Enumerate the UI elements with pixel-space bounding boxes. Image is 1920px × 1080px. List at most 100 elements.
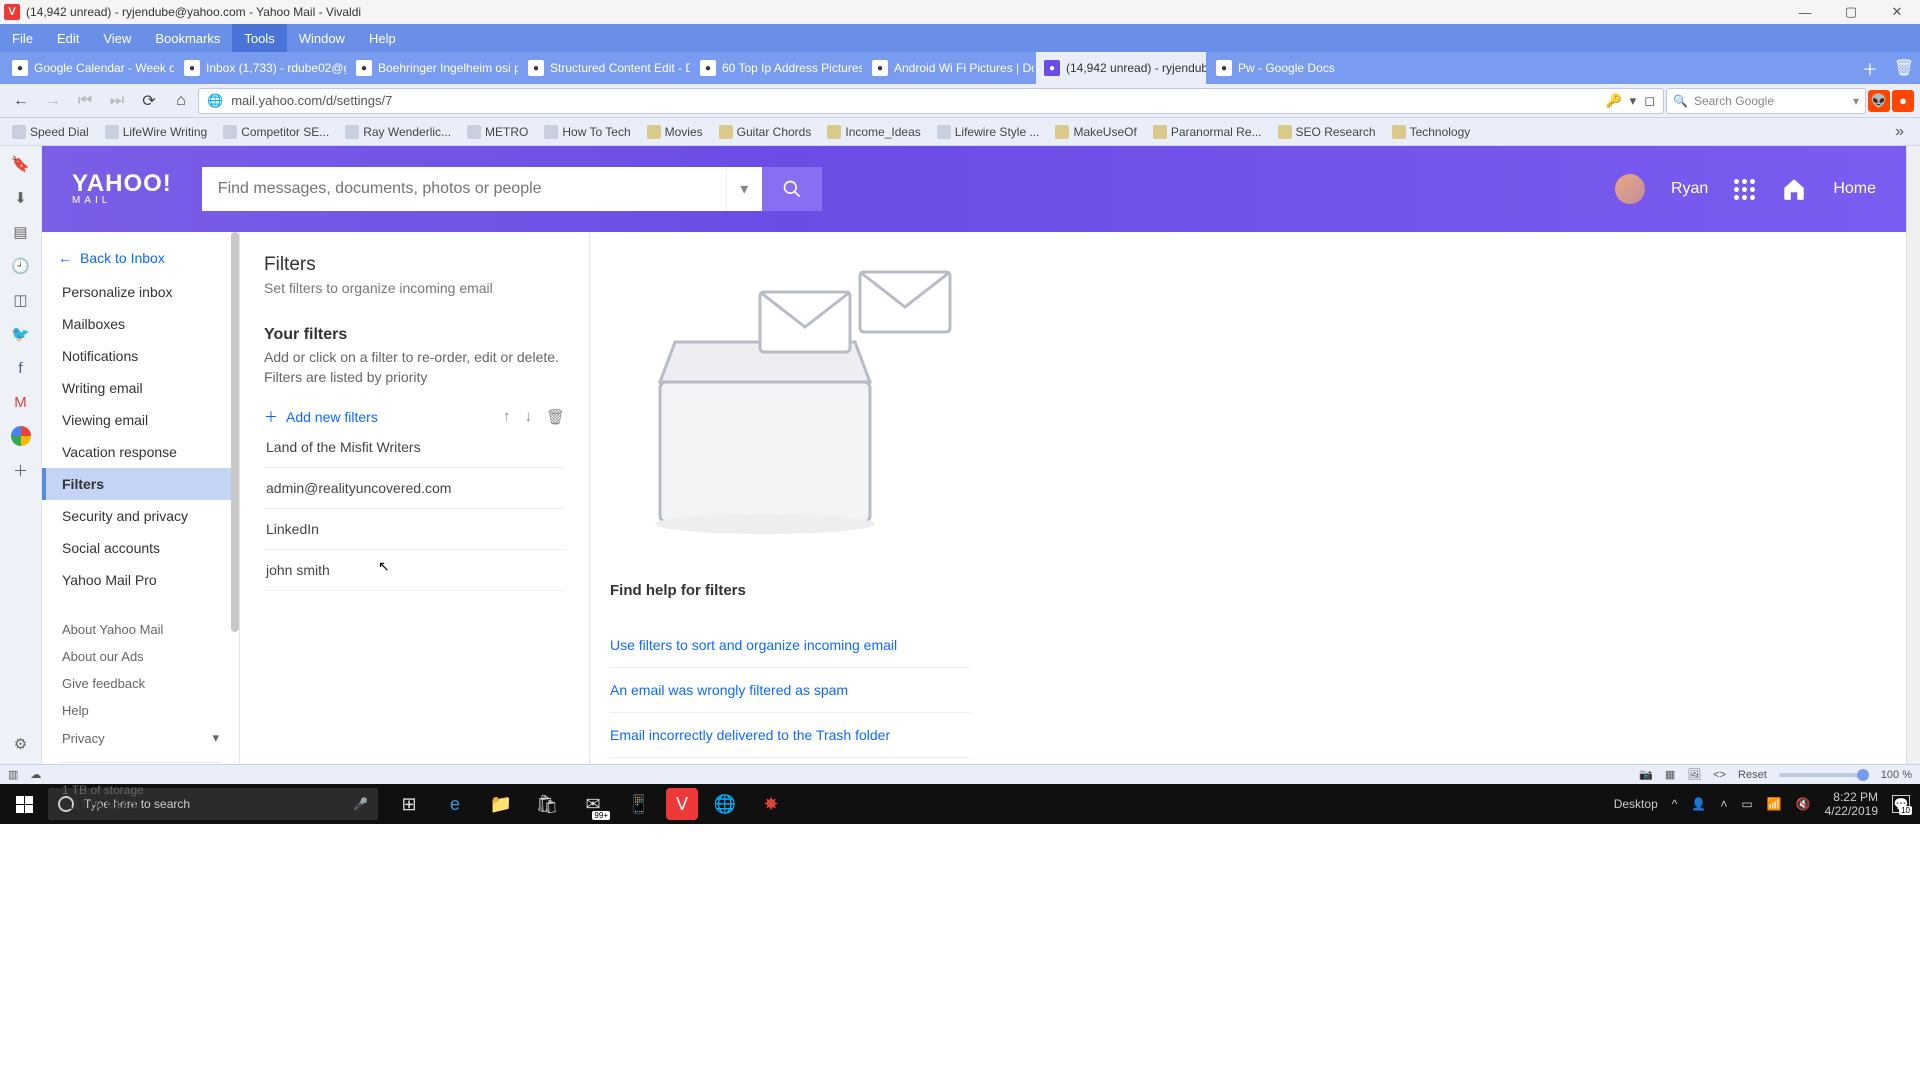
apps-grid-icon[interactable] — [1734, 179, 1755, 200]
bookmarks-overflow-button[interactable]: » — [1885, 123, 1914, 141]
user-avatar[interactable] — [1615, 174, 1645, 204]
browser-tab[interactable]: ●Boehringer Ingelheim osi p — [348, 52, 518, 84]
home-label[interactable]: Home — [1833, 180, 1876, 198]
mic-icon[interactable]: 🎤 — [353, 797, 368, 811]
nav-reload-button[interactable]: ⟳ — [134, 86, 164, 116]
menu-tools[interactable]: Tools — [232, 24, 286, 52]
password-key-icon[interactable]: 🔑 — [1605, 93, 1621, 109]
taskbar-explorer-icon[interactable]: 📁 — [478, 784, 524, 824]
sidebar-item-viewing-email[interactable]: Viewing email — [42, 404, 239, 436]
sidebar-scrollbar[interactable] — [231, 232, 239, 632]
bookmark-item[interactable]: LifeWire Writing — [99, 123, 213, 141]
new-tab-button[interactable]: ＋ — [1854, 52, 1886, 84]
help-link[interactable]: An email was wrongly filtered as spam — [610, 668, 970, 713]
browser-tab[interactable]: ●Structured Content Edit - D — [520, 52, 690, 84]
help-link[interactable]: Email incorrectly delivered to the Trash… — [610, 713, 970, 758]
move-down-icon[interactable]: ↓ — [524, 408, 532, 426]
sidebar-footer-about-our-ads[interactable]: About our Ads — [42, 643, 239, 670]
tray-volume-icon[interactable]: 🔇 — [1796, 797, 1811, 811]
site-info-icon[interactable]: 🌐 — [207, 93, 223, 109]
bookmark-item[interactable]: Paranormal Re... — [1147, 123, 1268, 141]
browser-tab[interactable]: ●(14,942 unread) - ryjendube — [1036, 52, 1206, 84]
sidebar-item-personalize-inbox[interactable]: Personalize inbox — [42, 276, 239, 308]
yahoo-search-dropdown[interactable]: ▾ — [726, 167, 762, 211]
filter-row[interactable]: LinkedIn — [264, 509, 565, 550]
move-up-icon[interactable]: ↑ — [503, 408, 511, 426]
nav-forward-button[interactable]: → — [38, 86, 68, 116]
gmail-webpanel-icon[interactable]: M — [11, 392, 31, 412]
sidebar-item-security-and-privacy[interactable]: Security and privacy — [42, 500, 239, 532]
home-icon[interactable] — [1781, 176, 1807, 202]
tray-wifi-icon[interactable]: 📶 — [1767, 797, 1782, 811]
start-button[interactable] — [0, 784, 48, 824]
page-actions-icon[interactable]: <> — [1713, 769, 1726, 781]
add-webpanel-icon[interactable]: ＋ — [11, 460, 31, 480]
zoom-reset-button[interactable]: Reset — [1738, 769, 1767, 781]
sidebar-item-filters[interactable]: Filters — [42, 468, 239, 500]
url-field[interactable]: 🌐 mail.yahoo.com/d/settings/7 🔑 ▾ ◻ — [198, 88, 1664, 114]
bookmark-item[interactable]: METRO — [461, 123, 534, 141]
taskbar-store-icon[interactable]: 🛍 — [524, 784, 570, 824]
filter-row[interactable]: john smith — [264, 550, 565, 591]
delete-icon[interactable]: 🗑 — [546, 408, 565, 426]
browser-tab[interactable]: ●Inbox (1,733) - rdube02@g — [176, 52, 346, 84]
sidebar-item-yahoo-mail-pro[interactable]: Yahoo Mail Pro — [42, 564, 239, 596]
filter-row[interactable]: admin@realityuncovered.com — [264, 468, 565, 509]
tiling-icon[interactable]: ▦ — [1665, 768, 1675, 781]
bookmark-item[interactable]: SEO Research — [1272, 123, 1382, 141]
window-panel-icon[interactable]: ◫ — [11, 290, 31, 310]
taskbar-mail-icon[interactable]: ✉99+ — [570, 784, 616, 824]
history-panel-icon[interactable]: 🕘 — [11, 256, 31, 276]
menu-help[interactable]: Help — [357, 24, 408, 52]
browser-tab[interactable]: ●Pw - Google Docs — [1208, 52, 1378, 84]
menu-bookmarks[interactable]: Bookmarks — [143, 24, 232, 52]
tray-desktop-label[interactable]: Desktop — [1614, 797, 1658, 811]
yahoo-search-button[interactable] — [762, 167, 822, 211]
nav-back-button[interactable]: ← — [6, 86, 36, 116]
tray-battery-icon[interactable]: ▭ — [1741, 797, 1752, 811]
filter-row[interactable]: Land of the Misfit Writers — [264, 427, 565, 468]
tray-chevron-icon[interactable]: ˄ — [1720, 797, 1727, 811]
task-view-icon[interactable]: ⊞ — [386, 784, 432, 824]
notes-panel-icon[interactable]: ▤ — [11, 222, 31, 242]
sidebar-footer-give-feedback[interactable]: Give feedback — [42, 670, 239, 697]
taskbar-vivaldi-icon[interactable]: V — [666, 788, 698, 820]
tray-people-icon[interactable]: 👤 — [1691, 797, 1706, 811]
browser-tab[interactable]: ●60 Top Ip Address Pictures, — [692, 52, 862, 84]
action-center-icon[interactable]: 💬10 — [1892, 795, 1910, 813]
twitter-webpanel-icon[interactable]: 🐦 — [11, 324, 31, 344]
taskbar-chrome-icon[interactable]: 🌐 — [702, 784, 748, 824]
extension-icon-2[interactable]: ● — [1892, 90, 1914, 112]
nav-fastforward-button[interactable]: ⏭ — [102, 86, 132, 116]
closed-tabs-button[interactable]: 🗑 — [1888, 52, 1920, 84]
browser-searchbox[interactable]: 🔍 Search Google ▾ — [1666, 88, 1866, 114]
sidebar-footer-about-yahoo-mail[interactable]: About Yahoo Mail — [42, 616, 239, 643]
tray-clock[interactable]: 8:22 PM 4/22/2019 — [1825, 790, 1878, 819]
bookmark-page-icon[interactable]: ◻ — [1644, 93, 1655, 109]
downloads-panel-icon[interactable]: ⬇ — [11, 188, 31, 208]
bookmark-item[interactable]: Lifewire Style ... — [931, 123, 1046, 141]
taskbar-app-icon[interactable]: ✸ — [748, 784, 794, 824]
bookmark-item[interactable]: Ray Wenderlic... — [339, 123, 457, 141]
search-engine-icon[interactable]: 🔍 — [1673, 94, 1688, 108]
bookmark-item[interactable]: Guitar Chords — [713, 123, 818, 141]
bookmarks-panel-icon[interactable]: 🔖 — [11, 154, 31, 174]
help-link[interactable]: Use filters to sort and organize incomin… — [610, 623, 970, 668]
panel-toggle-icon[interactable]: ▥ — [8, 768, 18, 781]
sidebar-item-writing-email[interactable]: Writing email — [42, 372, 239, 404]
bookmark-item[interactable]: Speed Dial — [6, 123, 95, 141]
sidebar-footer-privacy[interactable]: Privacy▾ — [42, 724, 239, 752]
reader-mode-icon[interactable]: ▾ — [1630, 93, 1637, 109]
yahoo-mail-logo[interactable]: YAHOO! MAIL — [72, 172, 172, 206]
window-close-button[interactable]: ✕ — [1874, 0, 1920, 24]
extension-icon-1[interactable]: 👽 — [1868, 90, 1890, 112]
zoom-slider[interactable] — [1779, 773, 1869, 777]
settings-gear-icon[interactable]: ⚙ — [11, 734, 31, 754]
nav-home-button[interactable]: ⌂ — [166, 86, 196, 116]
bookmark-item[interactable]: Technology — [1386, 123, 1477, 141]
bookmark-item[interactable]: Income_Ideas — [821, 123, 926, 141]
bookmark-item[interactable]: Movies — [641, 123, 709, 141]
sidebar-footer-help[interactable]: Help — [42, 697, 239, 724]
google-webpanel-icon[interactable] — [11, 426, 31, 446]
page-scrollbar[interactable] — [1906, 146, 1920, 764]
